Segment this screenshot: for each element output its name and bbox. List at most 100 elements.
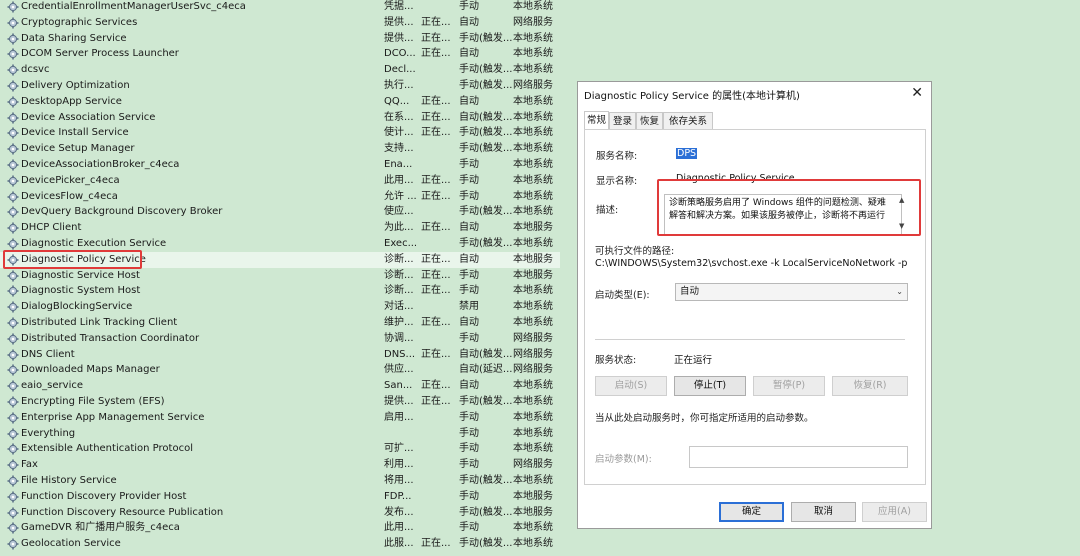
service-description: DCO... — [384, 48, 416, 60]
service-row[interactable]: Function Discovery Provider Host FDP... 手动… — [0, 489, 560, 505]
service-row[interactable]: File History Service 将用... 手动(触发... 本地系统 — [0, 473, 560, 489]
service-description: 使应... — [384, 206, 414, 218]
service-row[interactable]: Distributed Transaction Coordinator 协调...… — [0, 331, 560, 347]
gear-icon — [7, 410, 19, 426]
service-startup-type: 手动 — [459, 269, 479, 281]
service-row[interactable]: DeviceAssociationBroker_c4eca Ena... 手动 本地系… — [0, 157, 560, 173]
service-status-label: 服务状态: — [595, 355, 637, 366]
service-startup-type: 手动(触发... — [459, 206, 513, 218]
service-logon-as: 本地系统 — [513, 411, 553, 423]
service-row[interactable]: eaio_service San... 正在... 自动 本地系统 — [0, 378, 560, 394]
apply-button[interactable]: 应用(A) — [862, 502, 927, 522]
service-name: Device Association Service — [21, 111, 156, 123]
service-status: 正在... — [421, 348, 451, 360]
service-startup-type: 手动 — [459, 190, 479, 202]
tab-logon[interactable]: 登录 — [609, 112, 636, 129]
service-row[interactable]: DesktopApp Service QQ... 正在... 自动 本地系统 — [0, 94, 560, 110]
service-startup-type: 手动(触发... — [459, 238, 513, 249]
start-params-hint: 当从此处启动服务时，你可指定所适用的启动参数。 — [595, 413, 814, 424]
service-name: Data Sharing Service — [21, 32, 127, 44]
service-description: 在系... — [384, 111, 414, 123]
gear-icon — [7, 505, 19, 521]
ok-button[interactable]: 确定 — [719, 502, 784, 522]
service-row[interactable]: Distributed Link Tracking Client 维护... 正在.… — [0, 315, 560, 331]
gear-icon — [7, 0, 19, 15]
service-row[interactable]: Downloaded Maps Manager 供应... 自动(延迟... 网络服务 — [0, 362, 560, 378]
service-status: 正在... — [421, 111, 451, 123]
service-row[interactable]: dcsvc Decl... 手动(触发... 本地系统 — [0, 62, 560, 78]
service-description: 提供... — [384, 396, 414, 407]
service-name-value[interactable]: DPS — [676, 148, 698, 159]
description-label: 描述: — [596, 205, 619, 216]
service-description: San... — [384, 380, 413, 392]
service-row[interactable]: CredentialEnrollmentManagerUserSvc_c4eca… — [0, 0, 560, 15]
service-row[interactable]: DialogBlockingService 对话... 禁用 本地系统 — [0, 299, 560, 315]
startup-type-select[interactable]: 自动 ⌄ — [675, 283, 908, 301]
gear-icon — [7, 46, 19, 62]
service-status: 正在... — [421, 253, 451, 265]
service-description: Ena... — [384, 159, 413, 170]
cancel-button[interactable]: 取消 — [791, 502, 856, 522]
service-logon-as: 本地系统 — [513, 174, 553, 186]
service-startup-type: 手动 — [459, 411, 479, 423]
service-name: File History Service — [21, 475, 117, 486]
service-logon-as: 本地系统 — [513, 95, 553, 107]
service-logon-as: 本地系统 — [513, 127, 553, 139]
selection-highlight — [3, 250, 142, 269]
service-name: DevQuery Background Discovery Broker — [21, 206, 223, 218]
service-startup-type: 自动(延迟... — [459, 364, 513, 376]
service-row[interactable]: DHCP Client 为此... 正在... 自动 本地服务 — [0, 220, 560, 236]
service-row[interactable]: Diagnostic System Host 诊断... 正在... 手动 本地系统 — [0, 283, 560, 299]
service-startup-type: 手动(触发... — [459, 32, 513, 44]
service-row[interactable]: Extensible Authentication Protocol 可扩... 手… — [0, 441, 560, 457]
service-row[interactable]: Everything 手动 本地系统 — [0, 426, 560, 442]
service-description: 支持... — [384, 143, 414, 155]
service-logon-as: 本地系统 — [513, 238, 553, 249]
service-row[interactable]: GameDVR 和广播用户服务_c4eca 此用... 手动 本地系统 — [0, 520, 560, 536]
service-description: 协调... — [384, 332, 414, 344]
service-row[interactable]: DevicePicker_c4eca 此用... 正在... 手动 本地系统 — [0, 173, 560, 189]
service-row[interactable]: Geolocation Service 此服... 正在... 手动(触发... 本地系… — [0, 536, 560, 552]
service-row[interactable]: Delivery Optimization 执行... 手动(触发... 网络服务 — [0, 78, 560, 94]
service-row[interactable]: Encrypting File System (EFS) 提供... 正在... 手动… — [0, 394, 560, 410]
gear-icon — [7, 536, 19, 552]
chevron-down-icon: ⌄ — [896, 287, 903, 296]
service-description: 供应... — [384, 364, 414, 376]
service-row[interactable]: Enterprise App Management Service 启用... 手动… — [0, 410, 560, 426]
startup-type-label: 启动类型(E): — [595, 290, 650, 301]
service-row[interactable]: Fax 利用... 手动 网络服务 — [0, 457, 560, 473]
gear-icon — [7, 220, 19, 236]
pause-button[interactable]: 暂停(P) — [753, 376, 825, 396]
service-startup-type: 手动 — [459, 332, 479, 344]
service-row[interactable]: Function Discovery Resource Publication 发… — [0, 505, 560, 521]
service-row[interactable]: DNS Client DNS... 正在... 自动(触发... 网络服务 — [0, 347, 560, 363]
service-row[interactable]: Cryptographic Services 提供... 正在... 自动 网络服务 — [0, 15, 560, 31]
service-name: Everything — [21, 427, 76, 439]
tab-general[interactable]: 常规 — [584, 111, 609, 130]
service-description: 诊断... — [384, 269, 414, 281]
service-startup-type: 手动 — [459, 490, 479, 502]
service-row[interactable]: Diagnostic Service Host 诊断... 正在... 手动 本地服务 — [0, 268, 560, 284]
service-row[interactable]: DevQuery Background Discovery Broker 使应..… — [0, 204, 560, 220]
gear-icon — [7, 94, 19, 110]
service-startup-type: 手动(触发... — [459, 396, 513, 407]
service-row[interactable]: DCOM Server Process Launcher DCO... 正在... 自… — [0, 46, 560, 62]
start-params-input[interactable] — [689, 446, 908, 468]
start-button[interactable]: 启动(S) — [595, 376, 667, 396]
service-logon-as: 本地系统 — [513, 396, 553, 407]
tab-dependencies[interactable]: 依存关系 — [663, 112, 713, 129]
resume-button[interactable]: 恢复(R) — [832, 376, 908, 396]
service-row[interactable]: Device Association Service 在系... 正在... 自动(触… — [0, 110, 560, 126]
service-startup-type: 手动(触发... — [459, 475, 513, 486]
service-startup-type: 自动 — [459, 222, 479, 234]
service-status: 正在... — [421, 317, 451, 328]
service-row[interactable]: Data Sharing Service 提供... 正在... 手动(触发... 本地… — [0, 31, 560, 47]
tab-recovery[interactable]: 恢复 — [636, 112, 663, 129]
close-icon[interactable]: ✕ — [911, 85, 923, 101]
service-row[interactable]: Device Setup Manager 支持... 手动(触发... 本地系统 — [0, 141, 560, 157]
stop-button[interactable]: 停止(T) — [674, 376, 746, 396]
service-status: 正在... — [421, 396, 451, 407]
service-row[interactable]: Device Install Service 使计... 正在... 手动(触发...… — [0, 125, 560, 141]
service-logon-as: 本地系统 — [513, 380, 553, 392]
service-row[interactable]: DevicesFlow_c4eca 允许 ... 正在... 手动 本地系统 — [0, 189, 560, 205]
